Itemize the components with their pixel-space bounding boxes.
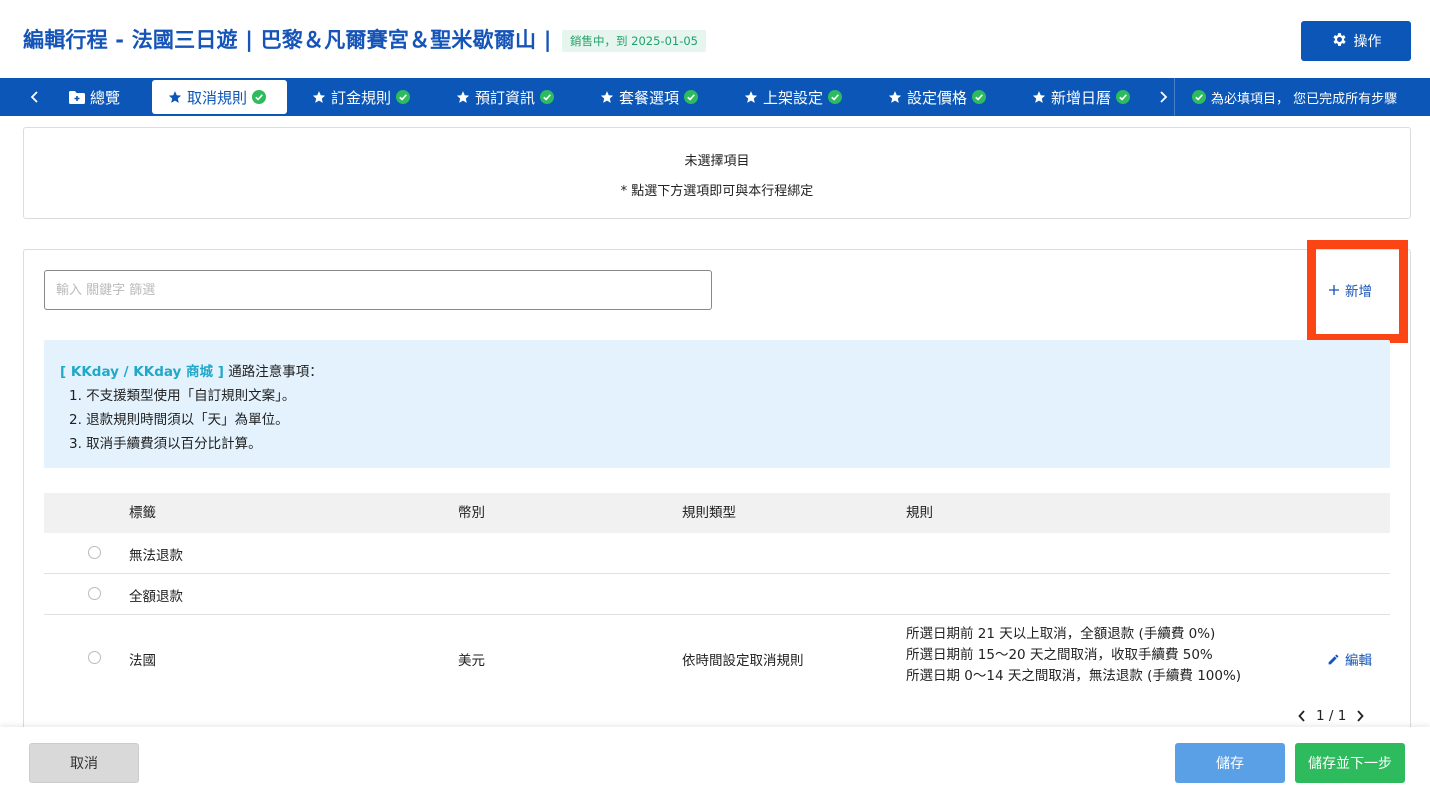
page-header: 編輯行程 - 法國三日遊 | 巴黎＆凡爾賽宮＆聖米歇爾山 | 銷售中，到 202… bbox=[0, 0, 1430, 78]
rule-line: 所選日期 0～14 天之間取消，無法退款 (手續費 100%) bbox=[906, 668, 1242, 684]
tab-label: 訂金規則 bbox=[331, 88, 392, 107]
tab-package-options[interactable]: 套餐選項 bbox=[600, 80, 699, 114]
table-row[interactable]: 無法退款 bbox=[44, 533, 1390, 574]
star-icon bbox=[888, 91, 902, 103]
check-circle-icon bbox=[252, 90, 267, 104]
tabs-prev-arrow[interactable] bbox=[20, 78, 50, 116]
tab-listing-settings[interactable]: 上架設定 bbox=[744, 80, 843, 114]
required-note-text: 為必填項目， 您已完成所有步驟 bbox=[1211, 91, 1398, 107]
edit-rule-label: 編輯 bbox=[1345, 653, 1372, 669]
save-button[interactable]: 儲存 bbox=[1175, 743, 1285, 783]
check-circle-icon bbox=[540, 90, 555, 104]
edit-rule-button[interactable]: 編輯 bbox=[1327, 649, 1372, 669]
tab-label: 取消規則 bbox=[187, 88, 248, 107]
rule-line: 所選日期前 15～20 天之間取消，收取手續費 50% bbox=[906, 647, 1213, 663]
pagination: 1 / 1 bbox=[1298, 708, 1365, 724]
action-button[interactable]: 操作 bbox=[1301, 21, 1411, 61]
table-row[interactable]: 全額退款 bbox=[44, 574, 1390, 615]
row-label: 法國 bbox=[129, 653, 156, 669]
tab-label: 新增日曆 bbox=[1051, 88, 1112, 107]
step-tabs: 總覽 取消規則 訂金規則 預訂資訊 套餐選項 上架設定 設定價格 新增日曆 為必… bbox=[0, 78, 1430, 116]
tab-label: 上架設定 bbox=[763, 88, 824, 107]
tabs-divider bbox=[1174, 78, 1175, 116]
action-button-label: 操作 bbox=[1353, 34, 1382, 50]
page-indicator: 1 / 1 bbox=[1316, 708, 1347, 724]
notice-heading-text: 通路注意事項： bbox=[228, 364, 323, 380]
row-label: 無法退款 bbox=[129, 548, 183, 564]
save-and-next-button[interactable]: 儲存並下一步 bbox=[1295, 743, 1405, 783]
footer-bar: 取消 儲存 儲存並下一步 bbox=[0, 727, 1430, 792]
star-icon bbox=[168, 91, 182, 103]
next-page-button[interactable] bbox=[1356, 710, 1365, 722]
check-circle-icon bbox=[396, 90, 411, 104]
row-rule-type: 依時間設定取消規則 bbox=[682, 653, 804, 669]
channel-notice: [ KKday / KKday 商城 ] 通路注意事項： 1. 不支援類型使用「… bbox=[44, 340, 1390, 468]
check-circle-icon bbox=[1192, 90, 1206, 104]
star-icon bbox=[456, 91, 470, 103]
row-radio[interactable] bbox=[88, 587, 101, 600]
check-circle-icon bbox=[828, 90, 843, 104]
notice-heading: [ KKday / KKday 商城 ] 通路注意事項： bbox=[60, 360, 323, 380]
page-title: 編輯行程 - 法國三日遊 | 巴黎＆凡爾賽宮＆聖米歇爾山 | bbox=[23, 28, 552, 52]
selected-item-panel: 未選擇項目 * 點選下方選項即可與本行程綁定 bbox=[23, 127, 1411, 219]
star-icon bbox=[744, 91, 758, 103]
row-currency: 美元 bbox=[458, 653, 485, 669]
notice-item: 2. 退款規則時間須以「天」為單位。 bbox=[69, 412, 289, 428]
notice-item: 1. 不支援類型使用「自訂規則文案」。 bbox=[69, 388, 296, 404]
star-icon bbox=[312, 91, 326, 103]
row-rules: 所選日期前 21 天以上取消，全額退款 (手續費 0%) 所選日期前 15～20… bbox=[906, 624, 1241, 687]
selection-hint: * 點選下方選項即可與本行程綁定 bbox=[620, 184, 814, 199]
notice-item: 3. 取消手續費須以百分比計算。 bbox=[69, 436, 262, 452]
tab-overview[interactable]: 總覽 bbox=[69, 80, 120, 114]
prev-page-button[interactable] bbox=[1298, 710, 1306, 722]
chevron-right-icon bbox=[1357, 710, 1365, 722]
chevron-right-icon bbox=[1160, 91, 1168, 103]
table-header: 標籤 幣別 規則類型 規則 bbox=[44, 493, 1390, 533]
tab-booking-info[interactable]: 預訂資訊 bbox=[456, 80, 555, 114]
notice-channel-tag: [ KKday / KKday 商城 ] bbox=[60, 364, 224, 380]
tab-label: 預訂資訊 bbox=[475, 88, 536, 107]
row-radio[interactable] bbox=[88, 546, 101, 559]
pencil-icon bbox=[1328, 654, 1339, 664]
rule-line: 所選日期前 21 天以上取消，全額退款 (手續費 0%) bbox=[906, 626, 1216, 642]
row-radio[interactable] bbox=[88, 651, 101, 664]
check-circle-icon bbox=[684, 90, 699, 104]
tab-set-price[interactable]: 設定價格 bbox=[888, 80, 987, 114]
star-icon bbox=[600, 91, 614, 103]
tab-add-calendar[interactable]: 新增日曆 bbox=[1032, 80, 1131, 114]
row-label: 全額退款 bbox=[129, 589, 183, 605]
tab-label: 設定價格 bbox=[907, 88, 968, 107]
tab-label: 總覽 bbox=[90, 88, 121, 107]
column-header-rule-type: 規則類型 bbox=[682, 505, 736, 521]
chevron-left-icon bbox=[30, 91, 38, 103]
gear-icon bbox=[1331, 31, 1348, 52]
status-badge: 銷售中，到 2025-01-05 bbox=[562, 30, 706, 52]
chevron-left-icon bbox=[1298, 710, 1305, 722]
check-circle-icon bbox=[1116, 90, 1131, 104]
required-note: 為必填項目， 您已完成所有步驟 bbox=[1192, 78, 1397, 116]
check-circle-icon bbox=[972, 90, 987, 104]
folder-add-icon bbox=[69, 90, 85, 104]
add-rule-label: 新增 bbox=[1345, 284, 1372, 300]
cancel-button[interactable]: 取消 bbox=[29, 743, 139, 783]
column-header-currency: 幣別 bbox=[458, 505, 485, 521]
column-header-rules: 規則 bbox=[906, 505, 933, 521]
tab-label: 套餐選項 bbox=[619, 88, 680, 107]
column-header-label: 標籤 bbox=[129, 505, 156, 521]
table-row[interactable]: 法國 美元 依時間設定取消規則 所選日期前 21 天以上取消，全額退款 (手續費… bbox=[44, 615, 1390, 699]
tab-deposit-rules[interactable]: 訂金規則 bbox=[312, 80, 411, 114]
star-icon bbox=[1032, 91, 1046, 103]
add-rule-button[interactable]: 新增 bbox=[1329, 280, 1372, 300]
keyword-filter-input[interactable] bbox=[44, 270, 712, 310]
no-selection-text: 未選擇項目 bbox=[684, 154, 750, 169]
plus-icon bbox=[1329, 285, 1339, 295]
tab-cancellation-rules[interactable]: 取消規則 bbox=[152, 80, 287, 114]
